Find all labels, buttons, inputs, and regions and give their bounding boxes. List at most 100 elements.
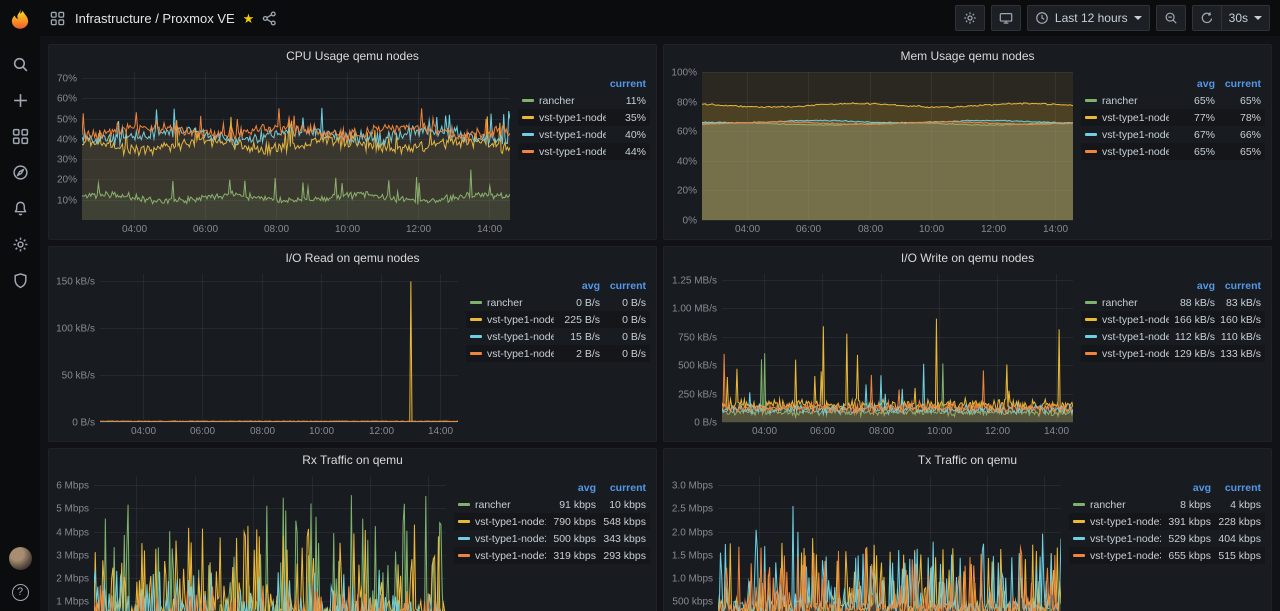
series-color-icon	[1085, 318, 1097, 321]
legend: avg current rancher 8 kbps 4 kbps vst-type1…	[1069, 470, 1265, 611]
panel-title[interactable]: I/O Write on qemu nodes	[664, 247, 1271, 268]
grafana-logo-icon[interactable]	[7, 6, 33, 32]
legend-header-avg[interactable]: avg	[546, 482, 596, 494]
series-color-icon	[1085, 150, 1097, 153]
panel-title[interactable]: CPU Usage qemu nodes	[49, 45, 656, 66]
panel-title[interactable]: Rx Traffic on qemu	[49, 449, 656, 470]
panel-io-write: I/O Write on qemu nodes avg current ranch…	[663, 246, 1272, 442]
legend: current rancher11% vst-type1-node135% vs…	[518, 66, 650, 236]
io-write-chart[interactable]	[668, 268, 1077, 438]
series-color-icon	[470, 335, 482, 338]
panel-rx-traffic: Rx Traffic on qemu avg current rancher 91 …	[48, 448, 657, 611]
search-icon[interactable]	[12, 56, 29, 73]
legend-row[interactable]: rancher 8 kbps 4 kbps	[1069, 496, 1265, 513]
legend-header-current[interactable]: current	[596, 482, 646, 494]
legend-row[interactable]: vst-type1-node344%	[518, 143, 650, 160]
time-range-picker[interactable]: Last 12 hours	[1026, 5, 1150, 31]
legend-header-avg[interactable]: avg	[1169, 78, 1215, 90]
dashboards-icon[interactable]	[12, 128, 29, 145]
legend-row[interactable]: vst-type1-node135%	[518, 109, 650, 126]
series-color-icon	[522, 150, 534, 153]
explore-compass-icon[interactable]	[12, 164, 29, 181]
share-icon[interactable]	[262, 10, 277, 26]
legend-header-avg[interactable]: avg	[1161, 482, 1211, 494]
mem-usage-chart[interactable]	[668, 66, 1077, 236]
legend-row[interactable]: vst-type1-node177%78%	[1081, 109, 1265, 126]
legend-header-avg[interactable]: avg	[1169, 280, 1215, 292]
legend-header-current[interactable]: current	[1215, 280, 1261, 292]
chevron-down-icon	[1254, 16, 1262, 20]
server-admin-shield-icon[interactable]	[12, 272, 29, 289]
legend: avg current rancher 91 kbps 10 kbps vst-typ…	[454, 470, 650, 611]
configuration-gear-icon[interactable]	[12, 236, 29, 253]
legend-row[interactable]: vst-type1-node32 B/s0 B/s	[466, 345, 650, 362]
time-range-label: Last 12 hours	[1054, 11, 1128, 25]
legend-row[interactable]: rancher 91 kbps 10 kbps	[454, 496, 650, 513]
legend-header-current[interactable]: current	[1211, 482, 1261, 494]
legend-row[interactable]: rancher 88 kB/s 83 kB/s	[1081, 294, 1265, 311]
series-color-icon	[458, 554, 470, 557]
series-color-icon	[1085, 116, 1097, 119]
help-icon[interactable]: ?	[11, 584, 29, 601]
legend-row[interactable]: vst-type1-node3129 kB/s133 kB/s	[1081, 345, 1265, 362]
legend-row[interactable]: vst-type1-node1225 B/s0 B/s	[466, 311, 650, 328]
legend: avg current rancher 0 B/s 0 B/s vst-type1-n…	[466, 268, 650, 438]
panel-title[interactable]: Tx Traffic on qemu	[664, 449, 1271, 470]
chevron-down-icon	[1133, 16, 1142, 20]
sidebar: ?	[0, 0, 40, 611]
add-icon[interactable]	[12, 92, 29, 109]
legend-row[interactable]: rancher 65% 65%	[1081, 92, 1265, 109]
legend-row[interactable]: vst-type1-node2112 kB/s110 kB/s	[1081, 328, 1265, 345]
legend: avgcurrent rancher65%65% vst-type1-node1…	[1081, 66, 1265, 236]
legend-row[interactable]: vst-type1-node267%66%	[1081, 126, 1265, 143]
panel-title[interactable]: I/O Read on qemu nodes	[49, 247, 656, 268]
legend-row[interactable]: vst-type1-node2 500 kbps 343 kbps	[454, 530, 650, 547]
io-read-chart[interactable]	[53, 268, 462, 438]
tx-traffic-chart[interactable]	[668, 470, 1065, 611]
series-color-icon	[1073, 537, 1085, 540]
series-color-icon	[522, 116, 534, 119]
panel-title[interactable]: Mem Usage qemu nodes	[664, 45, 1271, 66]
refresh-interval-picker[interactable]: 30s	[1220, 5, 1270, 31]
legend-row[interactable]: vst-type1-node240%	[518, 126, 650, 143]
tv-mode-button[interactable]	[990, 5, 1021, 31]
dashboard-grid: CPU Usage qemu nodes current rancher 11% …	[40, 36, 1280, 611]
dashboard-settings-button[interactable]	[954, 5, 985, 31]
panel-mem-usage: Mem Usage qemu nodes avg current rancher 6…	[663, 44, 1272, 240]
series-color-icon	[470, 301, 482, 304]
series-color-icon	[458, 520, 470, 523]
rx-traffic-chart[interactable]	[53, 470, 450, 611]
series-color-icon	[458, 503, 470, 506]
user-avatar[interactable]	[8, 547, 32, 570]
legend-row[interactable]: rancher 0 B/s 0 B/s	[466, 294, 650, 311]
legend-row[interactable]: vst-type1-node3 655 kbps 515 kbps	[1069, 547, 1265, 564]
series-color-icon	[1073, 554, 1085, 557]
legend-header-current[interactable]: current	[600, 280, 646, 292]
series-color-icon	[1073, 503, 1085, 506]
alerting-bell-icon[interactable]	[12, 200, 29, 217]
legend-header-current[interactable]: current	[1215, 78, 1261, 90]
legend-header-avg[interactable]: avg	[554, 280, 600, 292]
favorite-star-icon[interactable]: ★	[243, 12, 255, 25]
apps-grid-icon	[50, 11, 65, 26]
legend-row[interactable]: vst-type1-node215 B/s0 B/s	[466, 328, 650, 345]
legend-header-current[interactable]: current	[606, 78, 646, 90]
legend: avg current rancher 88 kB/s 83 kB/s vst-typ…	[1081, 268, 1265, 438]
refresh-button[interactable]	[1191, 5, 1221, 31]
series-color-icon	[522, 99, 534, 102]
legend-row[interactable]: vst-type1-node2 529 kbps 404 kbps	[1069, 530, 1265, 547]
dashboard-title[interactable]: Infrastructure / Proxmox VE	[75, 11, 235, 26]
top-nav: Infrastructure / Proxmox VE ★ Last 12 ho…	[40, 0, 1280, 36]
legend-row[interactable]: rancher 11%	[518, 92, 650, 109]
zoom-out-button[interactable]	[1155, 5, 1186, 31]
legend-row[interactable]: vst-type1-node365%65%	[1081, 143, 1265, 160]
cpu-usage-chart[interactable]	[53, 66, 514, 236]
legend-row[interactable]: vst-type1-node1 790 kbps 548 kbps	[454, 513, 650, 530]
refresh-interval-label: 30s	[1228, 11, 1248, 25]
series-color-icon	[458, 537, 470, 540]
legend-row[interactable]: vst-type1-node3 319 kbps 293 kbps	[454, 547, 650, 564]
legend-row[interactable]: vst-type1-node1166 kB/s160 kB/s	[1081, 311, 1265, 328]
legend-row[interactable]: vst-type1-node1 391 kbps 228 kbps	[1069, 513, 1265, 530]
series-color-icon	[470, 352, 482, 355]
sidebar-bottom: ?	[8, 547, 32, 601]
